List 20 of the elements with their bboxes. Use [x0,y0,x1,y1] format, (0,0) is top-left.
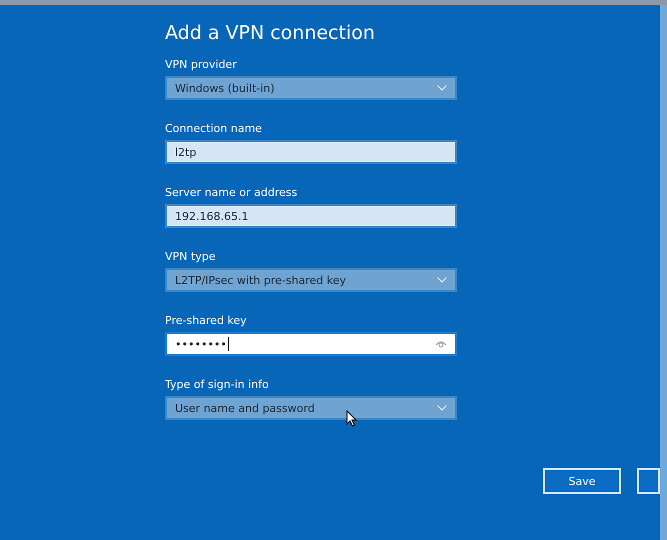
dropdown[interactable]: Windows (built-in) [165,76,457,100]
chevron-down-icon [437,405,447,411]
mouse-pointer-icon [346,410,357,427]
eye-icon[interactable] [435,340,447,348]
page-title: Add a VPN connection [165,22,376,44]
dropdown[interactable]: User name and password [165,396,457,420]
save-button[interactable]: Save [543,468,621,494]
password-field[interactable]: •••••••• [165,332,457,356]
field-label: Connection name [165,122,263,135]
field-label: Server name or address [165,186,298,199]
field-label: Type of sign-in info [165,378,270,391]
field-label: VPN provider [165,58,238,71]
chevron-down-icon [437,85,447,91]
input-field[interactable]: 192.168.65.1 [165,204,457,228]
field-label: Pre-shared key [165,314,248,327]
field-label: VPN type [165,250,216,263]
chevron-down-icon [437,277,447,283]
dropdown[interactable]: L2TP/IPsec with pre-shared key [165,268,457,292]
cancel-button[interactable] [637,468,660,494]
input-field[interactable]: l2tp [165,140,457,164]
